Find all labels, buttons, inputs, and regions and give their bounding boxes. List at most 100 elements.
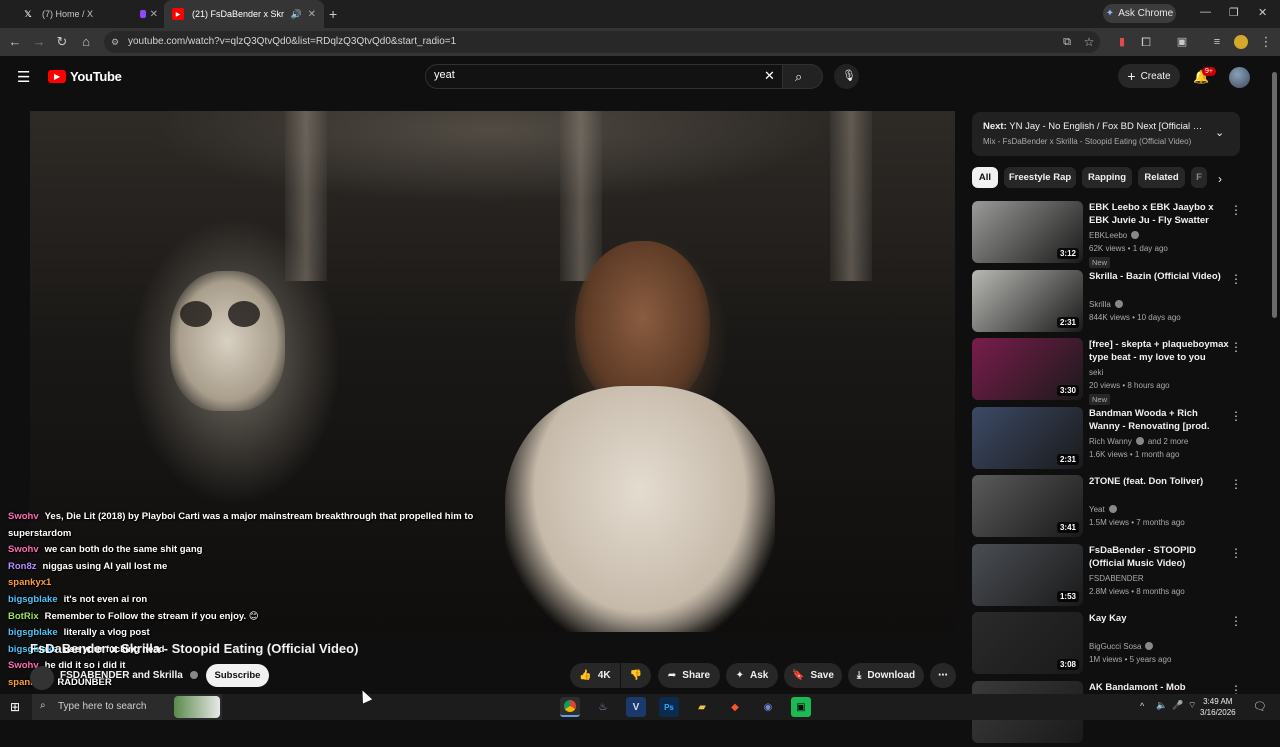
tab-youtube-video[interactable]: ▶ (21) FsDaBender x Skrilla - S 🔊 ✕ <box>164 0 324 28</box>
recommendation-title[interactable]: Skrilla - Bazin (Official Video) <box>1089 270 1229 283</box>
like-button[interactable]: 👍 4K <box>570 663 620 688</box>
more-vertical-icon[interactable]: ⋮ <box>1230 546 1242 560</box>
video-thumbnail[interactable]: 3:30 <box>972 338 1083 400</box>
create-button[interactable]: + Create <box>1118 64 1180 88</box>
notification-center-icon[interactable]: 🗨 <box>1253 700 1267 713</box>
system-clock[interactable]: 3:49 AM 3/16/2026 <box>1200 696 1236 718</box>
recommendation-title[interactable]: 2TONE (feat. Don Toliver) <box>1089 475 1229 488</box>
account-avatar[interactable] <box>1229 67 1250 88</box>
more-actions-button[interactable]: ⋯ <box>930 663 956 688</box>
reload-icon[interactable]: ↻ <box>54 34 70 50</box>
chip-all[interactable]: All <box>972 167 998 188</box>
tray-chevron-icon[interactable]: ^ <box>1140 701 1144 711</box>
youtube-logo-icon[interactable]: ▶ <box>48 70 66 83</box>
chat-username[interactable]: bigsgblake <box>8 627 58 638</box>
forward-icon[interactable]: → <box>31 34 47 50</box>
recommendation-channel[interactable]: seki <box>1089 368 1103 377</box>
side-panel-icon[interactable]: ▣ <box>1174 34 1190 50</box>
ask-chrome-button[interactable]: ✦ Ask Chrome <box>1103 4 1176 23</box>
video-thumbnail[interactable]: 3:08 <box>972 612 1083 674</box>
media-controls-icon[interactable]: ≡ <box>1209 34 1225 50</box>
video-thumbnail[interactable]: 3:12 <box>972 201 1083 263</box>
site-info-icon[interactable]: ⚙ <box>111 37 119 48</box>
tab-x-home[interactable]: 𝕏 (7) Home / X <box>14 0 132 28</box>
volume-icon[interactable]: 🔈 <box>1156 700 1167 711</box>
video-thumbnail[interactable]: 1:53 <box>972 543 1083 606</box>
search-input[interactable] <box>434 69 744 81</box>
video-thumbnail[interactable]: 3:41 <box>972 475 1083 537</box>
youtube-logo-text[interactable]: YouTube <box>70 69 122 84</box>
recommendation-title[interactable]: [free] - skepta + plaqueboymax type beat… <box>1089 338 1229 364</box>
more-vertical-icon[interactable]: ⋮ <box>1230 340 1242 354</box>
chat-username[interactable]: BotRix <box>8 611 39 622</box>
install-app-icon[interactable]: ⧉ <box>1059 34 1075 50</box>
recommendation-item[interactable]: 2:31 Skrilla - Bazin (Official Video) Skri… <box>972 269 1242 336</box>
recommendation-item[interactable]: 3:30 [free] - skepta + plaqueboymax type … <box>972 338 1242 405</box>
close-icon[interactable]: ✕ <box>308 9 316 20</box>
restore-icon[interactable]: ❐ <box>1229 6 1239 19</box>
extension-icon[interactable]: ▮ <box>1114 34 1130 50</box>
recommendation-item[interactable]: 3:08 Kay Kay BigGucci Sosa 1M views • 5 yea… <box>972 612 1242 678</box>
recommendation-title[interactable]: FsDaBender - STOOPID (Official Music Vid… <box>1089 544 1229 570</box>
close-icon[interactable]: ✕ <box>150 9 158 20</box>
chip-rapping[interactable]: Rapping <box>1082 167 1132 188</box>
hamburger-menu-icon[interactable]: ☰ <box>17 68 30 86</box>
chat-username[interactable]: bigsgblake <box>8 594 58 605</box>
channel-name[interactable]: FSDABENDER and Skrilla <box>60 670 198 681</box>
search-button[interactable]: ⌕ <box>783 64 823 89</box>
ask-button[interactable]: ✦ Ask <box>726 663 778 688</box>
recommendation-channel[interactable]: BigGucci Sosa <box>1089 642 1154 651</box>
video-thumbnail[interactable]: 2:31 <box>972 406 1083 469</box>
more-vertical-icon[interactable]: ⋮ <box>1230 409 1242 423</box>
minimize-icon[interactable]: — <box>1200 6 1211 18</box>
brave-taskbar-icon[interactable]: ◆ <box>725 697 745 717</box>
chat-username[interactable]: spankyx1 <box>8 577 51 588</box>
chip-related[interactable]: Related <box>1138 167 1185 188</box>
recommendation-channel[interactable]: Rich Wanny and 2 more <box>1089 436 1188 446</box>
puzzle-extensions-icon[interactable]: ⧠ <box>1138 34 1154 50</box>
chat-username[interactable]: Swohv <box>8 511 39 522</box>
new-tab-icon[interactable]: + <box>329 6 337 22</box>
save-button[interactable]: 🔖 Save <box>784 663 842 688</box>
network-icon[interactable]: ⌔ <box>1188 700 1196 711</box>
chat-username[interactable]: Swohv <box>8 544 39 555</box>
recommendation-channel[interactable]: FSDABENDER <box>1089 574 1144 583</box>
speaker-icon[interactable]: 🔊 <box>291 9 302 20</box>
more-vertical-icon[interactable]: ⋮ <box>1230 477 1242 491</box>
recommendation-title[interactable]: Kay Kay <box>1089 612 1229 625</box>
more-vertical-icon[interactable]: ⋮ <box>1230 272 1242 286</box>
recommendation-item[interactable]: 2:31 Bandman Wooda + Rich Wanny - Renovat… <box>972 406 1242 473</box>
app-taskbar-icon[interactable]: ▣ <box>791 697 811 717</box>
recommendation-title[interactable]: Bandman Wooda + Rich Wanny - Renovating … <box>1089 407 1229 433</box>
windows-start-icon[interactable]: ⊞ <box>10 700 20 714</box>
subscribe-button[interactable]: Subscribe <box>206 664 269 687</box>
photoshop-taskbar-icon[interactable]: Ps <box>659 697 679 717</box>
recommendation-item[interactable]: 3:12 EBK Leebo x EBK Jaaybo x EBK Juvie J… <box>972 201 1242 268</box>
scrollbar-thumb[interactable] <box>1272 72 1277 318</box>
vegas-taskbar-icon[interactable]: V <box>626 697 646 717</box>
download-button[interactable]: ⤓ Download <box>848 663 924 688</box>
bookmark-star-icon[interactable]: ☆ <box>1081 34 1097 50</box>
clear-search-icon[interactable]: ✕ <box>764 68 775 84</box>
chip-partial[interactable]: F <box>1191 167 1207 188</box>
more-vertical-icon[interactable]: ⋮ <box>1230 203 1242 217</box>
chevron-down-icon[interactable]: ⌄ <box>1215 126 1224 139</box>
discord-taskbar-icon[interactable]: ◉ <box>758 697 778 717</box>
recommendation-channel[interactable]: EBKLeebo <box>1089 231 1140 240</box>
recommendation-title[interactable]: AK Bandamont - Mob <box>1089 681 1229 694</box>
share-button[interactable]: ➦ Share <box>658 663 720 688</box>
chrome-menu-icon[interactable]: ⋮ <box>1258 34 1274 50</box>
close-window-icon[interactable]: ✕ <box>1258 6 1267 19</box>
profile-icon[interactable] <box>1234 35 1248 49</box>
video-thumbnail[interactable]: 2:31 <box>972 269 1083 332</box>
chip-freestyle-rap[interactable]: Freestyle Rap <box>1004 167 1076 188</box>
chat-username[interactable]: Ron8z <box>8 561 37 572</box>
recommendation-channel[interactable]: Yeat <box>1089 505 1117 514</box>
chevron-right-icon[interactable]: › <box>1218 172 1222 186</box>
more-vertical-icon[interactable]: ⋮ <box>1230 614 1242 628</box>
microphone-tray-icon[interactable]: 🎤 <box>1172 700 1183 711</box>
back-icon[interactable]: ← <box>7 34 23 50</box>
recommendation-item[interactable]: 3:41 2TONE (feat. Don Toliver) Yeat 1.5M vi… <box>972 475 1242 541</box>
recommendation-title[interactable]: EBK Leebo x EBK Jaaybo x EBK Juvie Ju - … <box>1089 201 1229 227</box>
recommendation-item[interactable]: 1:53 FsDaBender - STOOPID (Official Music… <box>972 543 1242 610</box>
